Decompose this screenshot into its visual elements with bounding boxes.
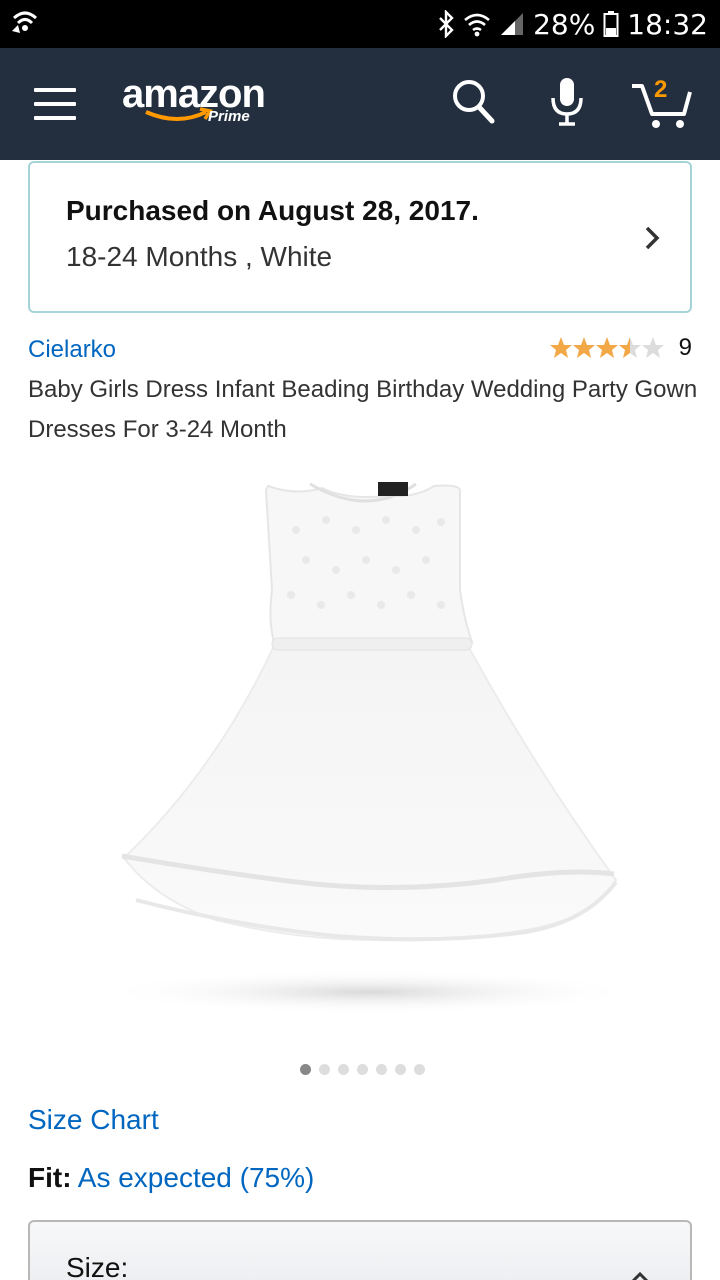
star-rating: [549, 336, 667, 360]
clock: 18:32: [627, 7, 708, 41]
logo-prime-text: Prime: [208, 108, 250, 125]
purchase-history-card[interactable]: Purchased on August 28, 2017. 18-24 Mont…: [28, 161, 692, 313]
app-header: amazon Prime 2: [0, 48, 720, 160]
chevron-up-icon: [630, 1270, 650, 1280]
fit-value-link[interactable]: As expected (75%): [78, 1162, 315, 1193]
carousel-dot[interactable]: [319, 1064, 330, 1075]
carousel-dot[interactable]: [414, 1064, 425, 1075]
battery-percent: 28%: [533, 7, 596, 41]
rating-count: 9: [678, 334, 692, 361]
amazon-prime-logo[interactable]: amazon Prime: [122, 72, 272, 132]
bluetooth-icon: [437, 10, 455, 38]
search-icon[interactable]: [450, 76, 496, 131]
carousel-dot[interactable]: [357, 1064, 368, 1075]
size-chart-link[interactable]: Size Chart: [28, 1104, 159, 1136]
menu-icon[interactable]: [34, 88, 78, 122]
carousel-dot[interactable]: [338, 1064, 349, 1075]
carousel-dot[interactable]: [376, 1064, 387, 1075]
wifi-icon: [463, 10, 491, 38]
rating-summary[interactable]: 9: [549, 334, 692, 362]
logo-smile-icon: [145, 107, 213, 121]
carousel-dot[interactable]: [300, 1064, 311, 1075]
size-label: Size:: [66, 1252, 129, 1280]
status-bar: 28% 18:32: [0, 0, 720, 48]
battery-icon: [603, 10, 619, 38]
carousel-dot[interactable]: [395, 1064, 406, 1075]
fit-label: Fit:: [28, 1162, 72, 1193]
chevron-right-icon: [644, 225, 660, 256]
purchase-variant: 18-24 Months , White: [66, 241, 333, 272]
wifi-call-icon: [10, 7, 40, 42]
product-title: Baby Girls Dress Infant Beading Birthday…: [28, 376, 698, 443]
brand-link[interactable]: Cielarko: [28, 336, 116, 364]
cart-count-badge: 2: [654, 76, 668, 103]
cart-icon[interactable]: 2: [630, 76, 692, 132]
signal-icon: [499, 11, 525, 37]
purchase-date: Purchased on August 28, 2017.: [66, 195, 479, 226]
size-dropdown[interactable]: Size:: [28, 1220, 692, 1280]
stars-icon: [549, 337, 664, 358]
fit-info: Fit: As expected (75%): [28, 1162, 314, 1194]
product-image[interactable]: [96, 470, 642, 1030]
image-carousel-dots[interactable]: [300, 1064, 425, 1075]
microphone-icon[interactable]: [550, 76, 584, 133]
